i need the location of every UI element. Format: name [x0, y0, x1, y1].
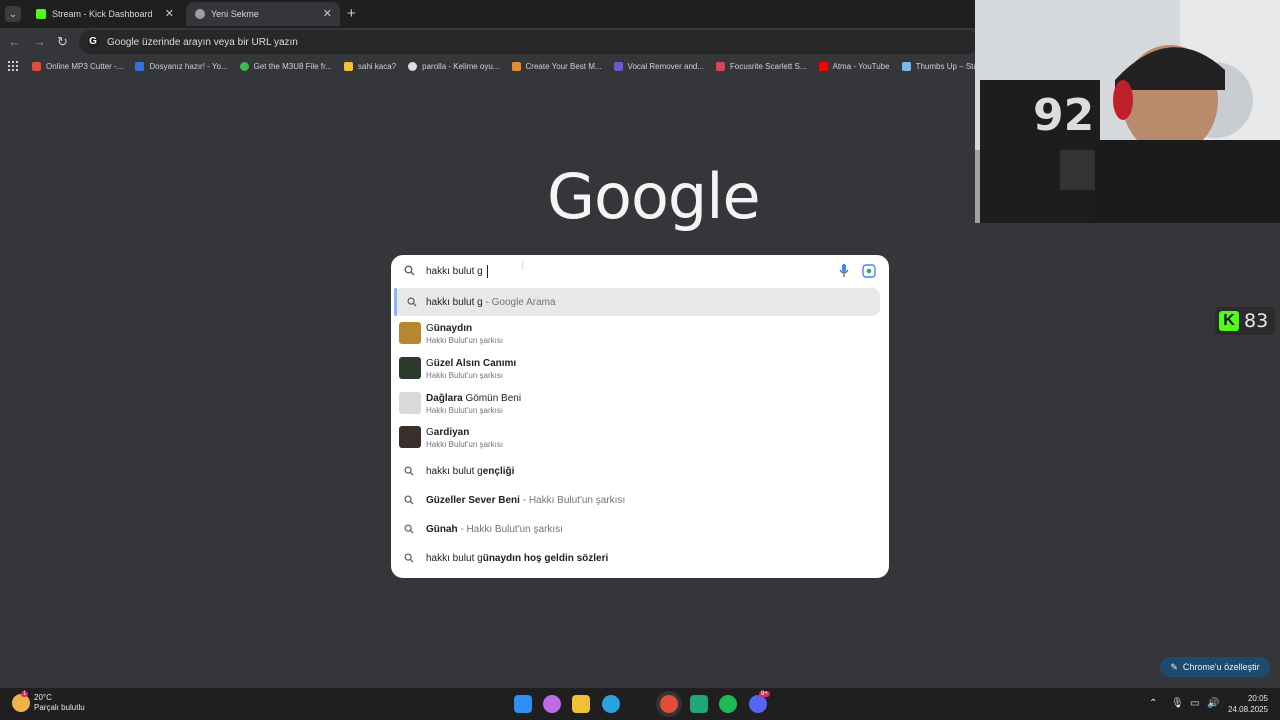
- address-bar[interactable]: G Google üzerinde arayın veya bir URL ya…: [79, 30, 979, 54]
- search-input[interactable]: hakkı bulut g: [391, 255, 889, 287]
- bookmark-favicon-icon: [135, 61, 145, 71]
- suggestion-item[interactable]: Güzel Alsın Canımı Hakkı Bulut'un şarkıs…: [391, 353, 889, 387]
- search-icon: [407, 297, 417, 307]
- suggestion-item[interactable]: Dağlara Gömün Beni Hakkı Bulut'un şarkıs…: [391, 388, 889, 422]
- search-icon: [404, 524, 414, 534]
- windows-start-icon[interactable]: [514, 695, 532, 713]
- song-thumbnail: [399, 392, 421, 414]
- bookmark-item[interactable]: Get the M3U8 File fr...: [239, 61, 332, 71]
- apps-grid-icon[interactable]: [8, 61, 18, 71]
- weather-badge: 1: [21, 691, 29, 697]
- taskbar: 1 20°C Parçalı bulutlu 9+ ⌃ 🎙 ▭ 🔊 20:05 …: [0, 688, 1280, 720]
- bookmark-favicon-icon: [32, 61, 41, 71]
- suggestion-item[interactable]: hakkı bulut g - Google Arama: [394, 288, 880, 316]
- search-box: hakkı bulut g hakkı bulut g - Google Ara…: [391, 255, 889, 578]
- google-lens-icon[interactable]: [862, 264, 876, 278]
- microphone-icon[interactable]: 🎙: [1171, 698, 1184, 709]
- back-arrow-icon[interactable]: ←: [8, 34, 21, 49]
- bookmark-favicon-icon: [901, 61, 911, 71]
- kick-viewer-count: K 83: [1215, 307, 1275, 335]
- close-icon[interactable]: ✕: [323, 7, 332, 20]
- microphone-icon[interactable]: [839, 264, 849, 278]
- weather-icon: 1: [12, 691, 30, 712]
- forward-arrow-icon[interactable]: →: [33, 34, 46, 49]
- tab-label: Yeni Sekme: [211, 9, 259, 19]
- kick-icon: K: [1219, 311, 1239, 331]
- suggestion-item[interactable]: hakkı bulut günaydın hoş geldin sözleri: [391, 544, 889, 572]
- bookmark-item[interactable]: Vocal Remover and...: [613, 61, 704, 71]
- search-query: hakkı bulut g: [426, 266, 483, 277]
- new-tab-button[interactable]: +: [347, 5, 356, 22]
- clock-time: 20:05: [1247, 694, 1268, 703]
- kick-icon: [36, 9, 46, 19]
- pencil-icon: ✎: [1170, 661, 1178, 672]
- suggestion-item[interactable]: Günaydın Hakkı Bulut'un şarkısı: [391, 318, 889, 352]
- weather-desc: Parçalı bulutlu: [34, 703, 85, 712]
- spotify-icon[interactable]: [719, 695, 737, 713]
- chrome-icon: [195, 9, 205, 19]
- bookmark-item[interactable]: sahi kaca?: [343, 61, 396, 71]
- tab-kick-dashboard[interactable]: Stream - Kick Dashboard ✕: [27, 2, 182, 26]
- network-icon[interactable]: ▭: [1190, 698, 1199, 709]
- search-icon: [404, 495, 414, 505]
- weather-temp: 20°C: [34, 693, 52, 702]
- search-icon: [404, 466, 414, 476]
- tab-label: Stream - Kick Dashboard: [52, 9, 153, 19]
- bookmark-item[interactable]: Focusrite Scarlett S...: [716, 61, 807, 71]
- bookmark-item[interactable]: parolla - Kelime oyu...: [408, 61, 500, 71]
- discord-badge: 9+: [759, 691, 770, 697]
- webcam-overlay: 92: [975, 0, 1280, 223]
- tab-search-button[interactable]: ⌄: [5, 6, 21, 22]
- bookmark-item[interactable]: Atma - YouTube: [818, 61, 890, 71]
- text-cursor-icon: I: [521, 259, 525, 273]
- bookmark-favicon-icon: [716, 61, 726, 71]
- address-bar-placeholder: Google üzerinde arayın veya bir URL yazı…: [107, 36, 298, 48]
- bookmark-item[interactable]: Dosyanız hazır! - Yo...: [135, 61, 228, 71]
- bookmark-item[interactable]: Create Your Best M...: [511, 61, 602, 71]
- bookmark-favicon-icon: [613, 61, 623, 71]
- bookmark-favicon-icon: [239, 61, 249, 71]
- file-explorer-icon[interactable]: [572, 695, 590, 713]
- tab-new-tab[interactable]: Yeni Sekme ✕: [186, 2, 340, 26]
- discord-icon[interactable]: 9+: [749, 691, 770, 713]
- customize-chrome-button[interactable]: ✎ Chrome'u özelleştir: [1160, 657, 1270, 677]
- suggestion-item[interactable]: Günah - Hakkı Bulut'un şarkısı: [391, 515, 889, 543]
- suggestion-item[interactable]: Güzeller Sever Beni - Hakkı Bulut'un şar…: [391, 486, 889, 514]
- volume-icon[interactable]: 🔊: [1207, 698, 1219, 709]
- webcam-image: 92: [975, 0, 1280, 223]
- close-icon[interactable]: ✕: [165, 7, 174, 20]
- youtube-icon: [818, 61, 828, 71]
- customize-chrome-label: Chrome'u özelleştir: [1182, 662, 1260, 672]
- suggestion-item[interactable]: hakkı bulut gençliği: [391, 457, 889, 485]
- search-icon: [404, 265, 415, 276]
- svg-text:92: 92: [1033, 90, 1094, 141]
- bookmark-favicon-icon: [511, 61, 521, 71]
- chrome-icon[interactable]: [660, 695, 678, 713]
- bookmark-item[interactable]: Thumbs Up – Sta: [901, 61, 978, 71]
- song-thumbnail: [399, 357, 421, 379]
- weather-widget[interactable]: 1 20°C Parçalı bulutlu: [12, 691, 85, 713]
- copilot-icon[interactable]: [543, 695, 561, 713]
- bookmark-favicon-icon: [343, 61, 353, 71]
- search-icon: [404, 553, 414, 563]
- bookmark-favicon-icon: [408, 61, 418, 71]
- clock-date: 24.08.2025: [1228, 705, 1269, 714]
- app-icon[interactable]: [690, 695, 708, 713]
- chevron-up-icon[interactable]: ⌃: [1149, 698, 1157, 709]
- reload-icon[interactable]: ↻: [57, 34, 68, 50]
- song-thumbnail: [399, 322, 421, 344]
- google-g-icon: G: [87, 36, 99, 48]
- song-thumbnail: [399, 426, 421, 448]
- bookmark-item[interactable]: Online MP3 Cutter -...: [32, 61, 123, 71]
- google-logo: Google: [547, 160, 761, 233]
- text-caret: [487, 265, 488, 278]
- edge-icon[interactable]: [602, 695, 620, 713]
- viewer-count: 83: [1244, 310, 1269, 332]
- clock[interactable]: 20:05 24.08.2025: [1228, 693, 1268, 715]
- suggestion-item[interactable]: Gardiyan Hakkı Bulut'un şarkısı: [391, 422, 889, 456]
